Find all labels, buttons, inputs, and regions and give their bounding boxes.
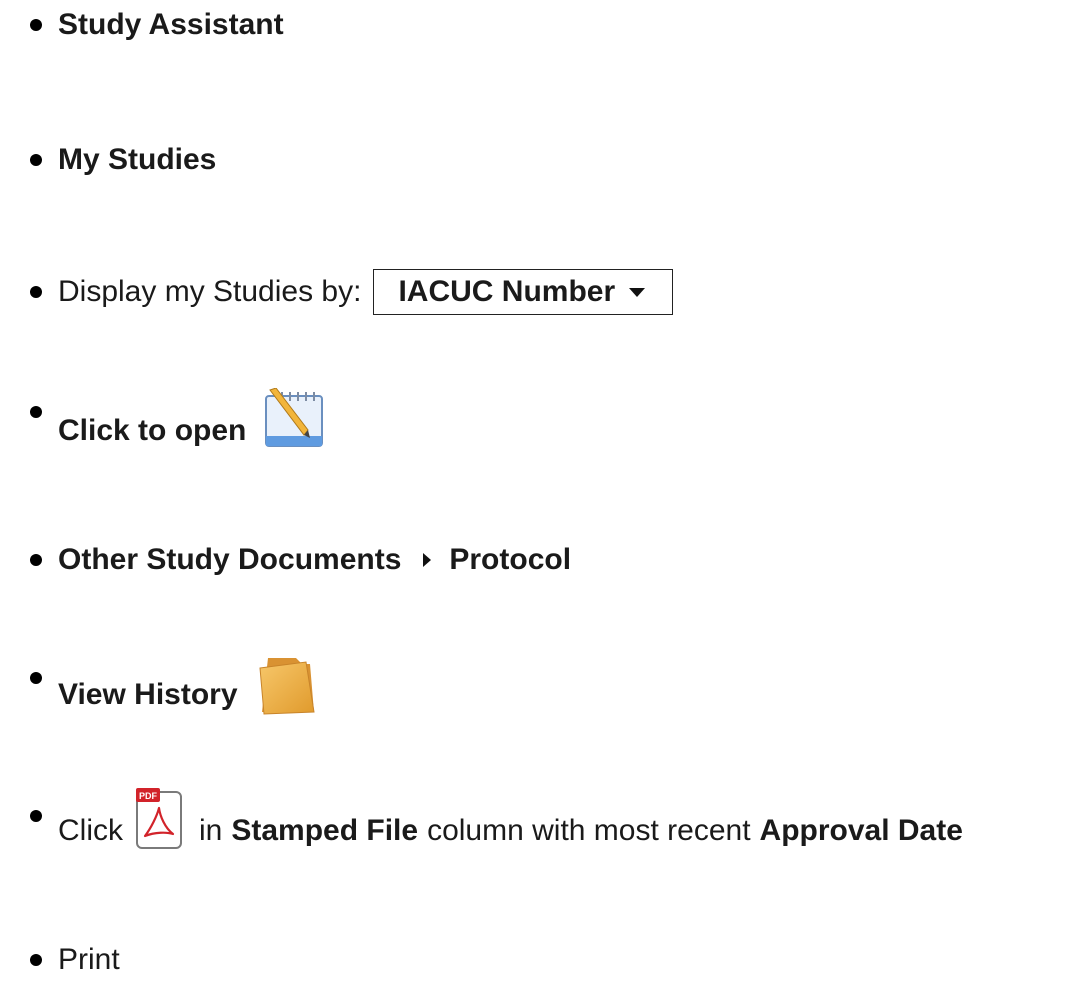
notepad-pencil-icon[interactable] [262, 388, 326, 450]
bullet [30, 554, 42, 566]
step-click-to-open: Click to open [0, 386, 1076, 466]
dropdown-value: IACUC Number [398, 275, 616, 308]
bullet [30, 154, 42, 166]
chevron-right-icon [423, 553, 432, 567]
bullet [30, 406, 42, 418]
step-print: Print [0, 920, 1076, 1000]
step-click-pdf: Click PDF in Stamped File column with mo… [0, 786, 1076, 866]
other-study-documents-label: Other Study Documents [58, 543, 402, 576]
display-by-label: Display my Studies by: [58, 275, 362, 308]
step-display-by: Display my Studies by: IACUC Number [0, 252, 1076, 332]
column-text: column with most recent [427, 814, 751, 847]
print-label: Print [58, 943, 120, 976]
step-study-assistant: Study Assistant [0, 0, 1076, 65]
in-text: in [199, 814, 223, 847]
click-to-open-label: Click to open [58, 414, 247, 447]
bullet [30, 286, 42, 298]
approval-date-label: Approval Date [759, 814, 963, 847]
folder-icon[interactable] [254, 654, 318, 716]
chevron-down-icon [629, 287, 646, 297]
display-by-dropdown[interactable]: IACUC Number [373, 269, 674, 315]
protocol-label: Protocol [449, 543, 572, 576]
click-prefix: Click [58, 814, 123, 847]
step-view-history: View History [0, 652, 1076, 732]
pdf-icon[interactable]: PDF [133, 786, 185, 852]
bullet [30, 672, 42, 684]
pdf-badge-text: PDF [139, 791, 158, 801]
my-studies-label: My Studies [58, 143, 217, 176]
bullet [30, 954, 42, 966]
bullet [30, 810, 42, 822]
stamped-file-label: Stamped File [231, 814, 419, 847]
step-other-study-documents: Other Study Documents Protocol [0, 520, 1076, 600]
step-my-studies: My Studies [0, 120, 1076, 200]
view-history-label: View History [58, 678, 238, 711]
study-assistant-label: Study Assistant [58, 8, 284, 41]
bullet [30, 19, 42, 31]
